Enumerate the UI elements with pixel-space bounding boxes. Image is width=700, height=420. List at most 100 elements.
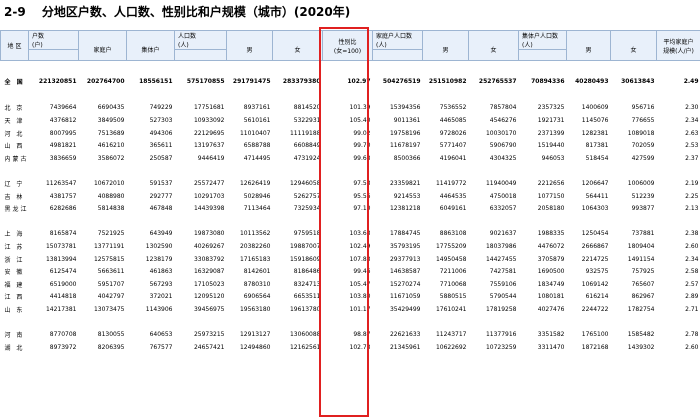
- value-cell: 737881: [631, 230, 655, 238]
- value-cell: 372021: [149, 293, 173, 301]
- value-cell: 1765100: [581, 331, 609, 339]
- value-cell: 3351582: [537, 331, 565, 339]
- value-cell: 21345961: [389, 343, 421, 351]
- value-cell: 956716: [631, 104, 655, 112]
- value-cell: 1585482: [627, 331, 655, 339]
- value-cell: 5028946: [243, 192, 271, 200]
- value-cell: 10291703: [193, 192, 225, 200]
- value-cell: 3836659: [49, 154, 77, 162]
- value-cell: 1519440: [537, 142, 565, 150]
- value-cell: 103.63: [349, 230, 371, 238]
- value-cell: 11119188: [289, 129, 321, 137]
- value-cell: 7857804: [489, 104, 517, 112]
- value-cell: 40280493: [575, 77, 609, 85]
- value-cell: 2.78: [685, 331, 699, 339]
- value-cell: 2.57: [685, 280, 699, 288]
- value-cell: 1080181: [537, 293, 565, 301]
- table-row: 湖 北 8973972 8206395 767577 24657421 12494860 1…: [1, 341, 700, 354]
- value-cell: 22621633: [389, 331, 421, 339]
- table-row: 河 北 8007995 7513689 494306 22129695 11010407 1…: [1, 127, 700, 140]
- value-cell: 591537: [149, 180, 173, 188]
- region-cell: 吉 林: [4, 193, 25, 201]
- value-cell: 8165874: [49, 230, 77, 238]
- value-cell: 11377916: [485, 331, 517, 339]
- value-cell: 365611: [149, 142, 173, 150]
- value-cell: 4750018: [489, 192, 517, 200]
- value-cell: 10672010: [93, 180, 125, 188]
- value-cell: 2.37: [685, 154, 699, 162]
- value-cell: 1491154: [627, 255, 655, 263]
- value-cell: 518454: [585, 154, 609, 162]
- value-cell: 17755209: [435, 243, 467, 251]
- value-cell: 10933092: [193, 117, 225, 125]
- header-spacer: [174, 49, 227, 61]
- value-cell: 702059: [631, 142, 655, 150]
- value-cell: 8937161: [243, 104, 271, 112]
- value-cell: 643949: [149, 230, 173, 238]
- value-cell: 11940049: [485, 180, 517, 188]
- value-cell: 7559106: [489, 280, 517, 288]
- spacer-row: [1, 316, 700, 329]
- value-cell: 13073475: [93, 305, 125, 313]
- table-row: 山 西 4981821 4616210 365611 13197637 6588788 66…: [1, 139, 700, 152]
- value-cell: 11243717: [435, 331, 467, 339]
- value-cell: 17610241: [435, 305, 467, 313]
- region-cell: 黑龙江: [4, 206, 29, 214]
- value-cell: 9446419: [197, 154, 225, 162]
- value-cell: 15270274: [389, 280, 421, 288]
- region-cell: 福 建: [4, 281, 25, 289]
- value-cell: 4381757: [49, 192, 77, 200]
- value-cell: 30613843: [621, 77, 655, 85]
- value-cell: 25572477: [193, 180, 225, 188]
- spacer-row: [1, 165, 700, 178]
- value-cell: 12381218: [389, 205, 421, 213]
- value-cell: 9011361: [393, 117, 421, 125]
- header-family-households: 家庭户: [78, 30, 127, 61]
- value-cell: 12494860: [239, 343, 271, 351]
- value-cell: 11010407: [239, 129, 271, 137]
- header-cp-male: 男: [566, 30, 611, 61]
- value-cell: 2357325: [537, 104, 565, 112]
- value-cell: 6125474: [49, 268, 77, 276]
- value-cell: 14439398: [193, 205, 225, 213]
- value-cell: 1921731: [537, 117, 565, 125]
- value-cell: 39456975: [193, 305, 225, 313]
- value-cell: 70894336: [531, 77, 565, 85]
- value-cell: 5771407: [439, 142, 467, 150]
- value-cell: 1439302: [627, 343, 655, 351]
- value-cell: 1809404: [627, 243, 655, 251]
- value-cell: 4476072: [537, 243, 565, 251]
- value-cell: 11263547: [45, 180, 77, 188]
- value-cell: 2.30: [685, 104, 699, 112]
- value-cell: 2214725: [581, 255, 609, 263]
- value-cell: 107.83: [349, 255, 371, 263]
- value-cell: 10030170: [485, 129, 517, 137]
- value-cell: 9021637: [489, 230, 517, 238]
- value-cell: 5814838: [97, 205, 125, 213]
- value-cell: 7710068: [439, 280, 467, 288]
- value-cell: 1834749: [537, 280, 565, 288]
- value-cell: 862967: [631, 293, 655, 301]
- value-cell: 8814520: [293, 104, 321, 112]
- value-cell: 19613780: [289, 305, 321, 313]
- value-cell: 6049161: [439, 205, 467, 213]
- value-cell: 6906564: [243, 293, 271, 301]
- value-cell: 17884745: [389, 230, 421, 238]
- value-cell: 575170855: [186, 77, 225, 85]
- value-cell: 1782754: [627, 305, 655, 313]
- value-cell: 25973215: [193, 331, 225, 339]
- value-cell: 7513689: [97, 129, 125, 137]
- region-cell: 北 京: [4, 105, 25, 113]
- region-cell: 河 南: [4, 332, 25, 340]
- value-cell: 1690500: [537, 268, 565, 276]
- value-cell: 101.39: [349, 104, 371, 112]
- value-cell: 252765537: [478, 77, 517, 85]
- value-cell: 14217381: [45, 305, 77, 313]
- header-spacer: [28, 49, 79, 61]
- region-cell: 安 徽: [4, 269, 25, 277]
- value-cell: 2.60: [685, 243, 699, 251]
- value-cell: 15918609: [289, 255, 321, 263]
- value-cell: 17105023: [193, 280, 225, 288]
- value-cell: 4546276: [489, 117, 517, 125]
- value-cell: 2.19: [685, 180, 699, 188]
